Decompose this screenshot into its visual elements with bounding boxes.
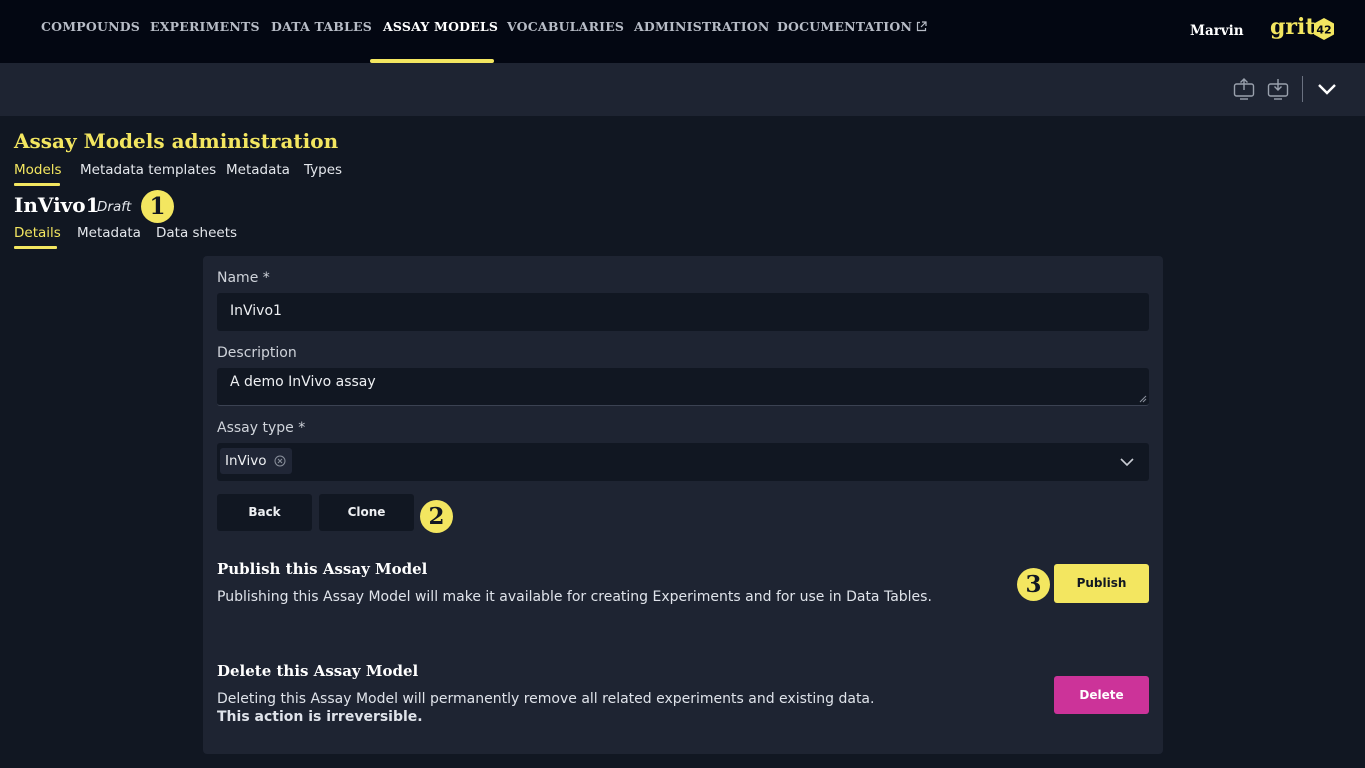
nav-item-administration[interactable]: ADMINISTRATION xyxy=(634,19,770,34)
callout-badge-1: 1 xyxy=(141,190,174,223)
logo-badge-text: 42 xyxy=(1316,24,1331,37)
description-value: A demo InVivo assay xyxy=(230,374,376,390)
delete-button[interactable]: Delete xyxy=(1054,676,1149,714)
clone-button[interactable]: Clone xyxy=(319,494,414,531)
tab-metadata-templates[interactable]: Metadata templates xyxy=(80,162,216,178)
toolbar xyxy=(0,63,1365,116)
assay-type-select[interactable] xyxy=(217,443,1149,481)
tab-details[interactable]: Details xyxy=(14,225,61,241)
back-button[interactable]: Back xyxy=(217,494,312,531)
model-status: Draft xyxy=(97,199,132,215)
user-name[interactable]: Marvin xyxy=(1190,23,1244,39)
page-title: Assay Models administration xyxy=(14,129,339,153)
description-label: Description xyxy=(217,345,297,361)
delete-warning-text: Deleting this Assay Model will permanent… xyxy=(217,691,875,707)
delete-section-title: Delete this Assay Model xyxy=(217,662,419,680)
remove-chip-icon[interactable] xyxy=(274,455,286,467)
nav-item-vocabularies[interactable]: VOCABULARIES xyxy=(507,19,624,34)
chevron-down-icon[interactable] xyxy=(1119,454,1135,470)
callout-badge-3: 3 xyxy=(1017,568,1050,601)
resize-handle-icon[interactable] xyxy=(1139,395,1147,403)
delete-irreversible-text: This action is irreversible. xyxy=(217,709,423,725)
tab-metadata[interactable]: Metadata xyxy=(226,162,290,178)
download-icon[interactable] xyxy=(1266,77,1290,101)
tab-models[interactable]: Models xyxy=(14,162,62,178)
nav-item-documentation-label: DOCUMENTATION xyxy=(777,19,913,34)
chevron-down-icon[interactable] xyxy=(1315,77,1339,101)
external-link-icon xyxy=(916,21,927,32)
nav-item-assay-models[interactable]: ASSAY MODELS xyxy=(383,19,498,34)
callout-badge-2: 2 xyxy=(420,500,453,533)
tab-types[interactable]: Types xyxy=(304,162,342,178)
description-field[interactable]: A demo InVivo assay xyxy=(217,368,1149,406)
logo-text: grit xyxy=(1270,14,1316,40)
tab-details-underline xyxy=(14,246,57,249)
name-value: InVivo1 xyxy=(230,303,282,319)
assay-type-chip: InVivo xyxy=(220,448,293,474)
tab-data-sheets[interactable]: Data sheets xyxy=(156,225,237,241)
tab-models-underline xyxy=(14,183,60,186)
upload-icon[interactable] xyxy=(1232,77,1256,101)
publish-section-text: Publishing this Assay Model will make it… xyxy=(217,589,932,605)
nav-item-experiments[interactable]: EXPERIMENTS xyxy=(150,19,260,34)
top-navigation: COMPOUNDS EXPERIMENTS DATA TABLES ASSAY … xyxy=(0,0,1365,63)
tab-model-metadata[interactable]: Metadata xyxy=(77,225,141,241)
publish-section-title: Publish this Assay Model xyxy=(217,560,428,578)
nav-item-data-tables[interactable]: DATA TABLES xyxy=(271,19,372,34)
assay-type-label: Assay type * xyxy=(217,420,306,436)
assay-type-chip-label: InVivo xyxy=(225,453,267,469)
toolbar-divider xyxy=(1302,76,1303,102)
model-name: InVivo1 xyxy=(14,193,100,217)
logo-hexagon: 42 xyxy=(1314,18,1334,40)
name-field[interactable]: InVivo1 xyxy=(217,293,1149,331)
publish-button[interactable]: Publish xyxy=(1054,564,1149,603)
nav-item-documentation[interactable]: DOCUMENTATION xyxy=(777,19,927,34)
nav-item-compounds[interactable]: COMPOUNDS xyxy=(41,19,140,34)
delete-section-text: Deleting this Assay Model will permanent… xyxy=(217,690,907,726)
name-label: Name * xyxy=(217,270,270,286)
